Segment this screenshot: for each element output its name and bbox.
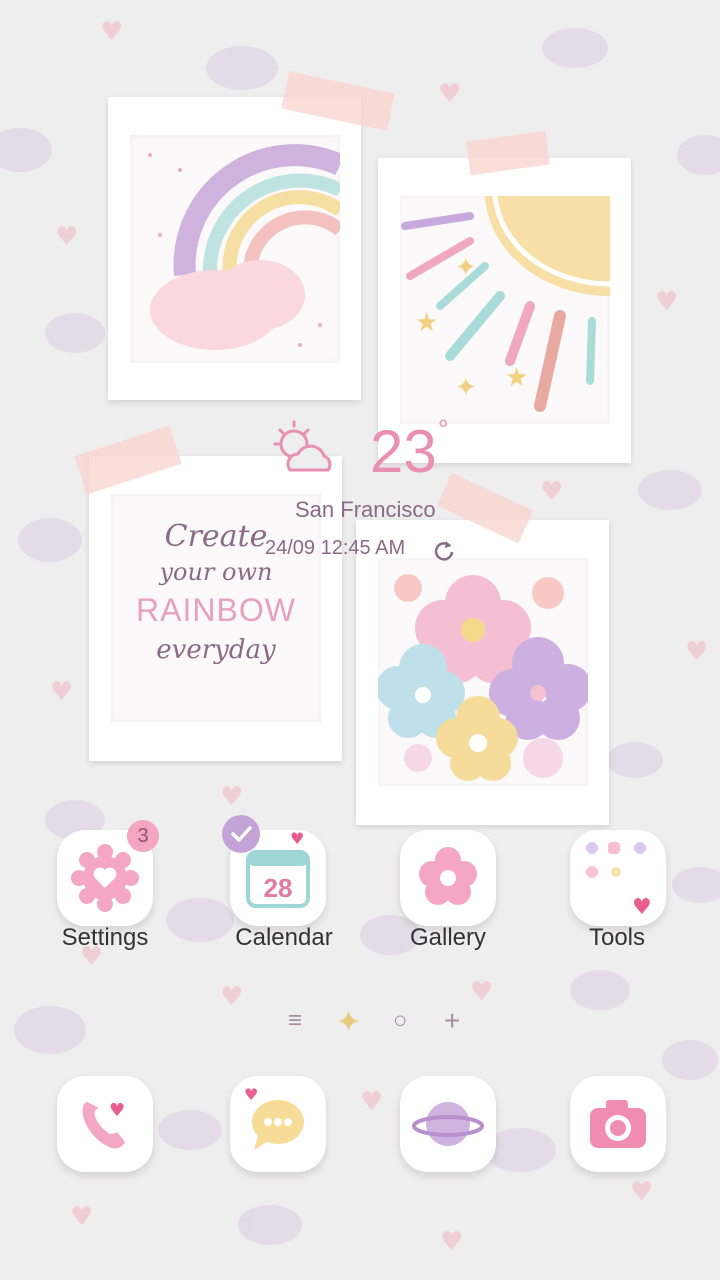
notification-badge: 3 bbox=[127, 820, 159, 852]
flower-icon bbox=[419, 847, 477, 905]
svg-text:♥: ♥ bbox=[360, 1087, 383, 1117]
flowers-photo-widget[interactable] bbox=[356, 520, 609, 825]
svg-text:✦: ✦ bbox=[455, 373, 477, 403]
svg-text:♥: ♥ bbox=[440, 1227, 463, 1257]
camera-icon bbox=[590, 1100, 646, 1148]
rainbow-photo-widget[interactable] bbox=[108, 97, 361, 400]
page-dot-icon[interactable]: ○ bbox=[393, 1007, 408, 1035]
date-time-row: 24/09 12:45 AM bbox=[265, 537, 475, 563]
svg-text:♥: ♥ bbox=[220, 782, 243, 812]
svg-text:♥: ♥ bbox=[685, 637, 708, 667]
svg-text:♥: ♥ bbox=[438, 79, 461, 109]
svg-text:♥: ♥ bbox=[220, 982, 243, 1012]
svg-text:♥: ♥ bbox=[50, 677, 73, 707]
svg-text:★: ★ bbox=[415, 308, 438, 338]
svg-text:♥: ♥ bbox=[109, 1100, 125, 1121]
camera-app-icon[interactable] bbox=[570, 1076, 666, 1172]
svg-text:♥: ♥ bbox=[290, 830, 304, 848]
sun-illustration-icon: ★ ★ ✦ ✦ bbox=[401, 196, 610, 412]
messages-app-icon[interactable]: ♥ bbox=[230, 1076, 326, 1172]
svg-text:♥: ♥ bbox=[70, 1202, 93, 1232]
svg-text:♥: ♥ bbox=[630, 1177, 653, 1207]
current-page-star-icon[interactable]: ✦ bbox=[336, 1005, 361, 1040]
sun-cloud-icon bbox=[273, 420, 332, 472]
svg-text:♥: ♥ bbox=[470, 977, 493, 1007]
internet-planet-icon bbox=[412, 1102, 484, 1146]
degree-symbol: ° bbox=[438, 414, 449, 444]
app-label-tools[interactable]: Tools bbox=[537, 924, 697, 952]
weather-datetime: 24/09 12:45 AM bbox=[265, 537, 406, 559]
quote-line-3: RAINBOW bbox=[136, 592, 296, 628]
svg-text:♥: ♥ bbox=[100, 17, 123, 47]
tools-folder-icon[interactable]: ♥ bbox=[570, 830, 666, 926]
add-page-icon[interactable]: + bbox=[444, 1005, 460, 1037]
quote-line-4: everyday bbox=[156, 635, 276, 665]
folder-icon: ♥ bbox=[586, 842, 652, 920]
svg-text:♥: ♥ bbox=[55, 222, 78, 252]
calendar-date: 28 bbox=[264, 873, 293, 903]
svg-text:♥: ♥ bbox=[244, 1085, 258, 1104]
gallery-app-icon[interactable] bbox=[400, 830, 496, 926]
svg-text:♥: ♥ bbox=[655, 287, 678, 317]
refresh-icon[interactable] bbox=[433, 539, 455, 561]
phone-icon: ♥ bbox=[82, 1100, 125, 1149]
app-label-settings[interactable]: Settings bbox=[25, 924, 185, 952]
selected-check-icon bbox=[222, 815, 260, 853]
internet-app-icon[interactable] bbox=[400, 1076, 496, 1172]
flowers-illustration-icon bbox=[378, 574, 588, 781]
city-name: San Francisco bbox=[295, 497, 436, 522]
app-label-calendar[interactable]: Calendar bbox=[204, 924, 364, 952]
messages-icon: ♥ bbox=[244, 1085, 304, 1150]
app-label-gallery[interactable]: Gallery bbox=[368, 924, 528, 952]
svg-text:♥: ♥ bbox=[540, 477, 563, 507]
svg-text:✦: ✦ bbox=[455, 253, 477, 283]
temperature-text: 23 bbox=[370, 418, 437, 485]
rainbow-illustration-icon bbox=[148, 144, 340, 350]
svg-text:★: ★ bbox=[505, 363, 528, 393]
phone-app-icon[interactable]: ♥ bbox=[57, 1076, 153, 1172]
home-screen-list-icon[interactable]: ≡ bbox=[288, 1007, 302, 1035]
svg-text:♥: ♥ bbox=[632, 895, 652, 920]
